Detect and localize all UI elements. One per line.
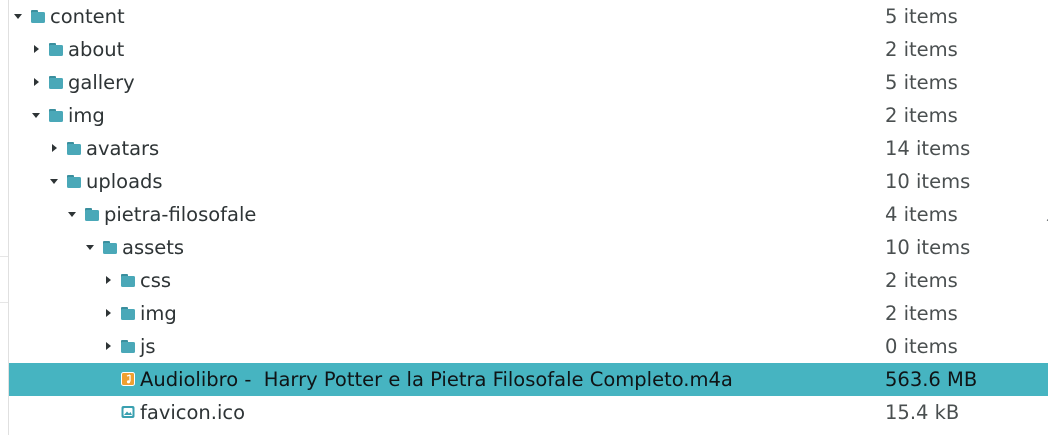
row-size: 563.6 MB xyxy=(885,368,978,391)
tree-row[interactable]: pietra-filosofale 4 items xyxy=(9,198,1048,231)
tree-row[interactable]: img 2 items xyxy=(9,99,1048,132)
divider-tick xyxy=(0,302,8,303)
triangle-right-icon[interactable] xyxy=(30,43,42,55)
row-size: 2 items xyxy=(885,104,958,127)
row-name: assets xyxy=(122,236,185,259)
row-size: 5 items xyxy=(885,71,958,94)
row-name: img xyxy=(140,302,177,325)
row-name: Audiolibro - Harry Potter e la Pietra Fi… xyxy=(140,368,733,391)
row-size: 0 items xyxy=(885,335,958,358)
row-size: 5 items xyxy=(885,5,958,28)
row-size: 10 items xyxy=(885,170,971,193)
triangle-down-icon[interactable] xyxy=(30,109,42,121)
triangle-right-icon[interactable] xyxy=(30,76,42,88)
tree-row[interactable]: css 2 items xyxy=(9,264,1048,297)
tree-row[interactable]: about 2 items xyxy=(9,33,1048,66)
tree-row[interactable]: js 0 items xyxy=(9,330,1048,363)
triangle-right-icon[interactable] xyxy=(102,340,114,352)
folder-icon xyxy=(48,41,64,57)
row-name: favicon.ico xyxy=(140,401,246,424)
triangle-down-icon[interactable] xyxy=(48,175,60,187)
triangle-right-icon[interactable] xyxy=(102,307,114,319)
row-name: css xyxy=(140,269,172,292)
tree-row[interactable]: gallery 5 items xyxy=(9,66,1048,99)
row-size: 2 items xyxy=(885,302,958,325)
tree-row[interactable]: uploads 10 items xyxy=(9,165,1048,198)
folder-icon xyxy=(66,173,82,189)
row-name: pietra-filosofale xyxy=(104,203,257,226)
row-size: 15.4 kB xyxy=(885,401,960,424)
folder-icon xyxy=(48,107,64,123)
triangle-right-icon[interactable] xyxy=(48,142,60,154)
tree-row[interactable]: assets 10 items xyxy=(9,231,1048,264)
row-name: gallery xyxy=(68,71,135,94)
tree-row[interactable]: img 2 items xyxy=(9,297,1048,330)
tree-row-selected[interactable]: Audiolibro - Harry Potter e la Pietra Fi… xyxy=(9,363,1048,396)
folder-icon xyxy=(48,74,64,90)
row-size: 14 items xyxy=(885,137,971,160)
folder-icon xyxy=(120,272,136,288)
divider-tick xyxy=(0,256,8,257)
row-name: avatars xyxy=(86,137,160,160)
folder-icon xyxy=(120,338,136,354)
file-tree-view: content 5 items about 2 items gallery 5 … xyxy=(0,0,1048,435)
triangle-down-icon[interactable] xyxy=(66,208,78,220)
folder-icon xyxy=(66,140,82,156)
triangle-down-icon[interactable] xyxy=(12,10,24,22)
triangle-right-icon[interactable] xyxy=(102,274,114,286)
row-size: 4 items xyxy=(885,203,958,226)
folder-icon xyxy=(120,305,136,321)
row-size: 2 items xyxy=(885,38,958,61)
tree-row[interactable]: avatars 14 items xyxy=(9,132,1048,165)
row-size: 2 items xyxy=(885,269,958,292)
row-name: uploads xyxy=(86,170,163,193)
row-name: js xyxy=(140,335,156,358)
row-name: content xyxy=(50,5,125,28)
image-file-icon xyxy=(120,404,136,420)
row-name: img xyxy=(68,104,105,127)
audio-file-icon xyxy=(120,371,136,387)
folder-icon xyxy=(84,206,100,222)
folder-icon xyxy=(30,8,46,24)
row-name: about xyxy=(68,38,125,61)
folder-icon xyxy=(102,239,118,255)
triangle-down-icon[interactable] xyxy=(84,241,96,253)
row-size: 10 items xyxy=(885,236,971,259)
tree-row[interactable]: favicon.ico 15.4 kB xyxy=(9,396,1048,429)
tree-row[interactable]: content 5 items xyxy=(9,0,1048,33)
